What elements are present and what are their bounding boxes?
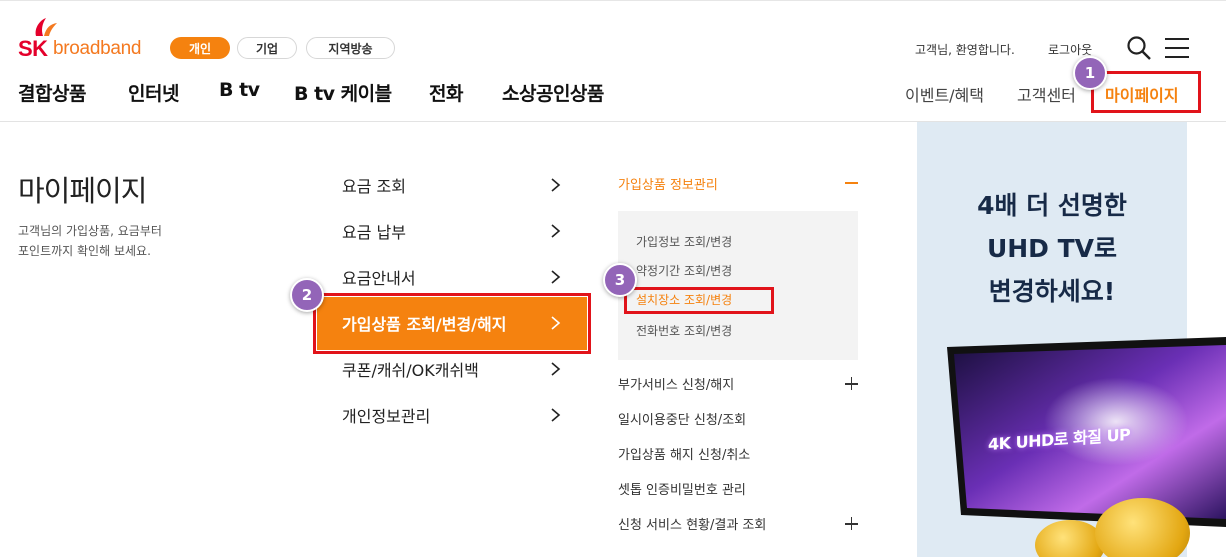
banner-line1: 4배 더 선명한 — [977, 191, 1127, 220]
page-description-line2: 포인트까지 확인해 보세요. — [18, 244, 151, 258]
menu-item-label: 가입상품 조회/변경/해지 — [342, 315, 507, 334]
util-events[interactable]: 이벤트/혜택 — [905, 82, 984, 106]
submenu-child-highlight-box — [624, 287, 774, 314]
submenu-item-settop-password[interactable]: 셋톱 인증비밀번호 관리 — [618, 479, 746, 498]
chevron-right-icon — [551, 408, 561, 422]
menu-item-bill-statement[interactable]: 요금안내서 — [342, 262, 562, 292]
chevron-right-icon — [551, 178, 561, 192]
menu-item-bill-payment[interactable]: 요금 납부 — [342, 216, 562, 246]
submenu-item-cancel-subscription[interactable]: 가입상품 해지 신청/취소 — [618, 444, 750, 463]
banner-headline: 4배 더 선명한 UHD TV로 변경하세요! — [917, 184, 1187, 313]
submenu-item-addon-service[interactable]: 부가서비스 신청/해지 — [618, 374, 734, 393]
banner-line3: 변경하세요! — [988, 277, 1116, 306]
menu-item-subscription-manage[interactable]: 가입상품 조회/변경/해지 — [342, 308, 562, 338]
submenu-child-phone-number[interactable]: 전화번호 조회/변경 — [636, 322, 732, 339]
chevron-right-icon — [551, 224, 561, 238]
logo-broadband-text: broadband — [53, 38, 142, 59]
step-badge-3: 3 — [603, 263, 637, 297]
chevron-right-icon — [551, 316, 561, 330]
menu-item-personal-info[interactable]: 개인정보관리 — [342, 400, 562, 430]
page-title: 마이페이지 — [18, 174, 147, 208]
step-badge-2: 2 — [290, 278, 324, 312]
menu-item-label: 요금 납부 — [342, 223, 406, 242]
butterfly-logo-icon — [35, 18, 57, 36]
gnb-btv[interactable]: B tv — [219, 79, 260, 101]
menu-item-coupon-cash[interactable]: 쿠폰/캐쉬/OK캐쉬백 — [342, 354, 562, 384]
submenu-item-suspend-service[interactable]: 일시이용중단 신청/조회 — [618, 409, 746, 428]
menu-item-bill-inquiry[interactable]: 요금 조회 — [342, 170, 562, 200]
util-mypage[interactable]: 마이페이지 — [1105, 82, 1179, 106]
page-description: 고객님의 가입상품, 요금부터 포인트까지 확인해 보세요. — [18, 221, 162, 261]
menu-item-label: 쿠폰/캐쉬/OK캐쉬백 — [342, 361, 479, 380]
util-customer-center[interactable]: 고객센터 — [1017, 82, 1076, 106]
menu-item-label: 개인정보관리 — [342, 407, 431, 426]
menu-item-label: 요금안내서 — [342, 269, 416, 288]
top-border — [0, 0, 1226, 1]
chevron-right-icon — [551, 362, 561, 376]
welcome-text: 고객님, 환영합니다. — [915, 43, 1015, 57]
banner-line2: UHD TV로 — [986, 234, 1118, 263]
gnb-bundle[interactable]: 결합상품 — [18, 79, 86, 106]
sk-broadband-logo[interactable]: SK broadband — [18, 16, 153, 62]
expand-plus-icon[interactable] — [845, 377, 858, 390]
submenu-title[interactable]: 가입상품 정보관리 — [618, 174, 718, 193]
submenu-child-contract-period[interactable]: 약정기간 조회/변경 — [636, 262, 732, 279]
submenu-item-request-status[interactable]: 신청 서비스 현황/결과 조회 — [618, 514, 766, 533]
collapse-minus-icon[interactable] — [845, 182, 858, 184]
submenu-child-subscription-info[interactable]: 가입정보 조회/변경 — [636, 233, 732, 250]
segment-tab-business[interactable]: 기업 — [237, 37, 297, 59]
chevron-right-icon — [551, 270, 561, 284]
gnb-internet[interactable]: 인터넷 — [128, 79, 179, 106]
expand-plus-icon[interactable] — [845, 517, 858, 530]
gnb-phone[interactable]: 전화 — [429, 79, 463, 106]
hamburger-menu-icon[interactable] — [1165, 37, 1189, 59]
page-description-line1: 고객님의 가입상품, 요금부터 — [18, 224, 162, 238]
menu-item-label: 요금 조회 — [342, 177, 406, 196]
gnb-btv-cable[interactable]: B tv 케이블 — [294, 79, 392, 106]
step-badge-1: 1 — [1073, 56, 1107, 90]
segment-tab-local-broadcast[interactable]: 지역방송 — [306, 37, 395, 59]
gnb-small-business[interactable]: 소상공인상품 — [502, 79, 604, 106]
logo-sk-text: SK — [18, 36, 48, 61]
search-icon[interactable] — [1126, 35, 1152, 61]
segment-tab-personal[interactable]: 개인 — [170, 37, 230, 59]
